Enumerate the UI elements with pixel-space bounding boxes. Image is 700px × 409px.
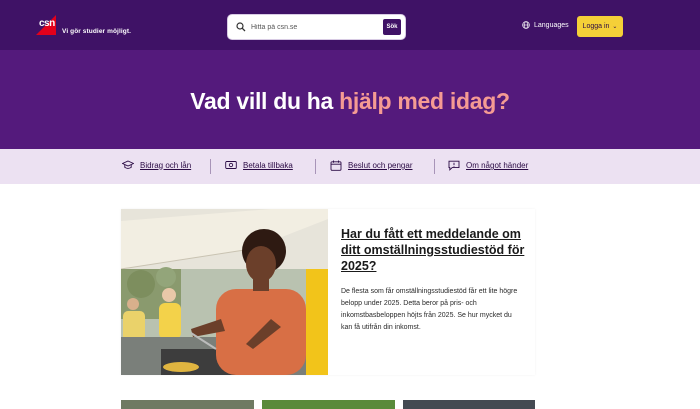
- nav-label: Bidrag och lån: [140, 160, 192, 170]
- hero-title: Vad vill du ha hjälp med idag?: [0, 88, 700, 115]
- hero-title-part1: Vad vill du ha: [190, 88, 340, 114]
- preview-card-image[interactable]: [121, 400, 254, 409]
- search-icon: [236, 22, 246, 32]
- message-icon: [448, 160, 460, 171]
- hero-title-accent: hjälp med idag?: [339, 88, 510, 114]
- featured-article-card[interactable]: Har du fått ett meddelande om ditt omstä…: [121, 209, 535, 375]
- languages-link[interactable]: Languages: [522, 21, 569, 29]
- featured-photo: [121, 209, 328, 375]
- topic-nav: Bidrag och lån Betala tillbaka Beslut oc…: [0, 149, 700, 184]
- login-label: Logga in: [582, 23, 610, 30]
- nav-item-beslut[interactable]: Beslut och pengar: [330, 160, 413, 171]
- calendar-icon: [330, 160, 342, 171]
- graduation-cap-icon: [122, 160, 134, 169]
- nav-divider: [434, 159, 435, 174]
- logo-tagline: Vi gör studier möjligt.: [62, 27, 131, 35]
- nav-label: Om något händer: [466, 161, 529, 170]
- logo-mark: csn: [34, 13, 58, 37]
- login-button[interactable]: Logga in ⌄: [577, 16, 623, 37]
- nav-label: Betala tillbaka: [243, 160, 293, 170]
- nav-item-bidrag[interactable]: Bidrag och lån: [122, 160, 191, 170]
- chevron-down-icon: ⌄: [612, 24, 618, 30]
- languages-label: Languages: [534, 21, 569, 29]
- nav-item-om-nagot-hander[interactable]: Om något händer: [448, 160, 528, 171]
- nav-item-betala[interactable]: Betala tillbaka: [225, 160, 293, 170]
- money-icon: [225, 161, 237, 169]
- nav-label: Beslut och pengar: [348, 161, 413, 170]
- search-input[interactable]: [251, 19, 381, 35]
- search-button[interactable]: Sök: [383, 19, 401, 35]
- logo-wordmark: csn: [39, 18, 55, 29]
- search-box: Sök: [227, 14, 406, 40]
- featured-body: Har du fått ett meddelande om ditt omstä…: [341, 226, 525, 334]
- preview-card-image[interactable]: [262, 400, 395, 409]
- site-header: csn Vi gör studier möjligt. Sök Language…: [0, 0, 700, 50]
- nav-divider: [210, 159, 211, 174]
- nav-divider: [315, 159, 316, 174]
- featured-title-link[interactable]: Har du fått ett meddelande om ditt omstä…: [341, 226, 525, 274]
- featured-text: De flesta som får omställningsstudiestöd…: [341, 288, 518, 331]
- preview-card-image[interactable]: [403, 400, 535, 409]
- hero-section: Vad vill du ha hjälp med idag?: [0, 50, 700, 149]
- csn-logo[interactable]: csn Vi gör studier möjligt.: [34, 13, 131, 37]
- globe-icon: [522, 21, 530, 29]
